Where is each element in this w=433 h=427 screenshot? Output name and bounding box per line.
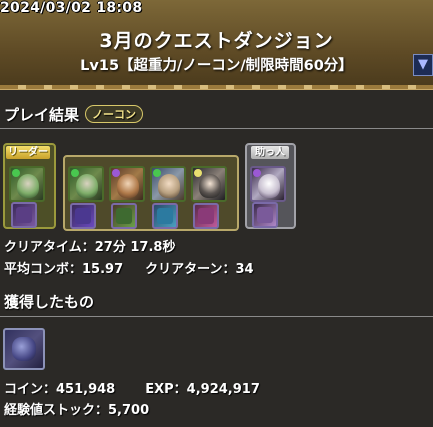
clear-time-row: クリアタイム：27分 17.8秒: [4, 236, 183, 255]
dropped-monster-icon[interactable]: [3, 328, 45, 370]
team-monster-1-icon[interactable]: [68, 166, 104, 202]
team-assist-1-icon[interactable]: [70, 203, 96, 229]
team-assist-2-icon[interactable]: [111, 203, 137, 229]
play-result-title: プレイ結果: [4, 106, 80, 124]
team-monster-2-icon[interactable]: [109, 166, 145, 202]
exp-stock-row: 経験値ストック：5,700: [4, 399, 157, 418]
exp-label: EXP：: [145, 382, 187, 397]
exp-stock-value: 5,700: [108, 403, 150, 418]
team-assist-3-icon[interactable]: [152, 203, 178, 229]
combo-turn-row: 平均コンボ：15.97 クリアターン：34: [4, 258, 262, 277]
timestamp: 2024/03/02 18:08: [0, 0, 143, 16]
helper-label: 助っ人: [251, 146, 289, 159]
exp-stock-label: 経験値ストック：: [4, 403, 109, 418]
acquired-heading: 獲得したもの: [4, 293, 95, 311]
helper-assist-icon[interactable]: [252, 202, 278, 228]
triangle-down-icon[interactable]: ▼: [413, 54, 433, 76]
team-assist-4-icon[interactable]: [193, 203, 219, 229]
clear-turn-label: クリアターン：: [145, 262, 236, 277]
section-divider: [0, 128, 433, 129]
helper-monster-icon[interactable]: [250, 166, 286, 202]
header-divider: [0, 85, 433, 89]
section-divider: [0, 316, 433, 317]
exp-value: 4,924,917: [186, 382, 260, 397]
leader-assist-icon[interactable]: [11, 202, 37, 228]
clear-time-label: クリアタイム：: [4, 240, 95, 255]
coin-value: 451,948: [56, 382, 116, 397]
leader-monster-icon[interactable]: [9, 166, 45, 202]
dungeon-header: 2024/03/02 18:08 3月のクエストダンジョン Lv15【超重力/ノ…: [0, 0, 433, 90]
no-continue-badge: ノーコン: [85, 105, 144, 123]
play-result-heading: プレイ結果 ノーコン: [4, 104, 144, 125]
coin-exp-row: コイン：451,948 EXP：4,924,917: [4, 378, 268, 397]
clear-time-value: 27分 17.8秒: [94, 240, 176, 255]
leader-label: リーダー: [6, 146, 50, 159]
avg-combo-value: 15.97: [82, 262, 124, 277]
coin-label: コイン：: [4, 382, 57, 397]
team-monster-3-icon[interactable]: [150, 166, 186, 202]
avg-combo-label: 平均コンボ：: [4, 262, 83, 277]
dungeon-title: 3月のクエストダンジョン: [99, 30, 334, 52]
dungeon-subtitle: Lv15【超重力/ノーコン/制限時間60分】: [80, 58, 353, 74]
clear-turn-value: 34: [235, 262, 254, 277]
team-monster-4-icon[interactable]: [191, 166, 227, 202]
